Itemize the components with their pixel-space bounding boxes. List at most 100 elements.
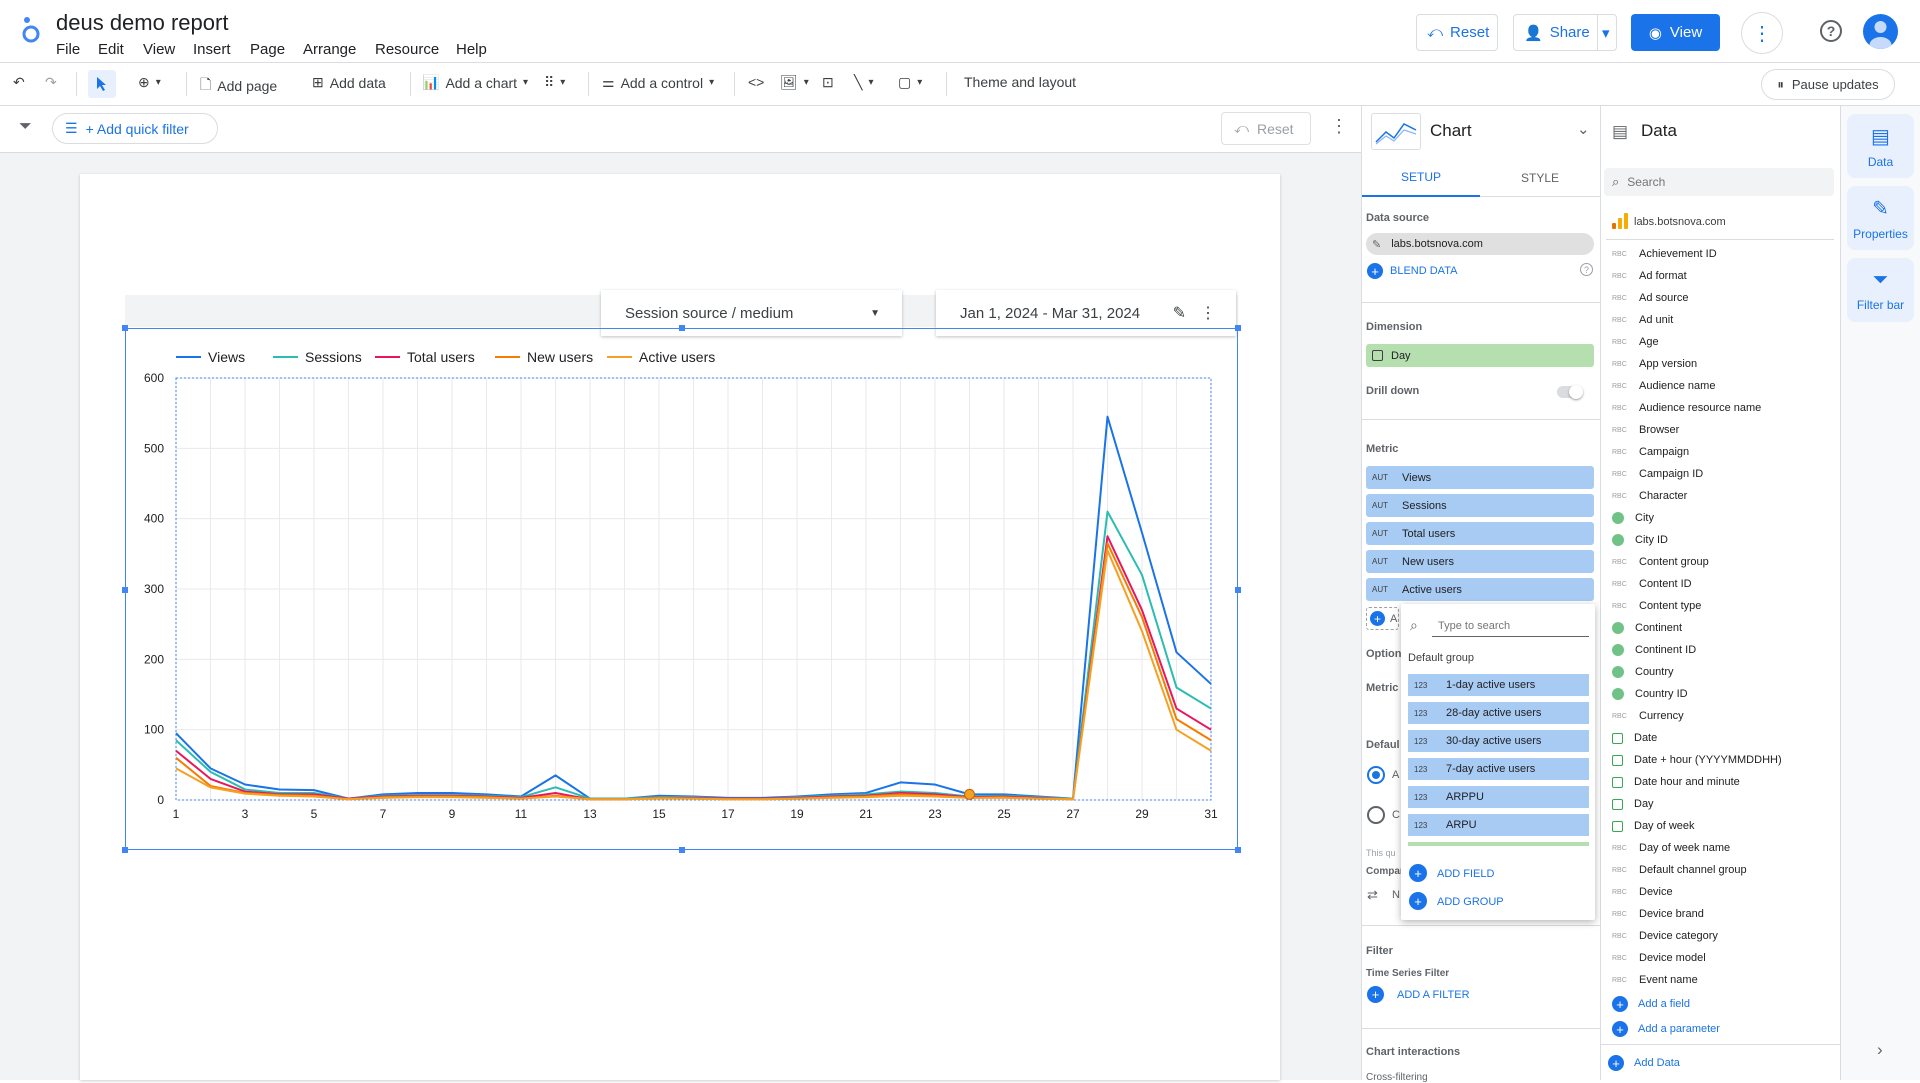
data-search-input[interactable] xyxy=(1627,175,1808,189)
data-field-item[interactable]: RBC Content ID xyxy=(1612,575,1692,593)
data-field-item[interactable]: RBC App version xyxy=(1612,355,1697,373)
resize-handle[interactable] xyxy=(1235,847,1241,853)
metric-sessions[interactable]: AUT Sessions xyxy=(1366,494,1594,517)
add-field-link[interactable]: Add a field xyxy=(1638,998,1690,1010)
data-field-item[interactable]: RBC Character xyxy=(1612,487,1687,505)
metric-views[interactable]: AUT Views xyxy=(1366,466,1594,489)
resize-handle[interactable] xyxy=(1235,587,1241,593)
add-circle-icon[interactable]: + xyxy=(1409,892,1427,910)
data-field-item[interactable]: RBC Audience resource name xyxy=(1612,399,1761,417)
metric-search-input[interactable] xyxy=(1432,615,1589,637)
menu-page[interactable]: Page xyxy=(250,41,285,58)
filter-icon[interactable]: ⏷ xyxy=(19,118,32,136)
data-field-item[interactable]: RBC Content group xyxy=(1612,553,1709,571)
data-field-item[interactable]: RBC Achievement ID xyxy=(1612,245,1717,263)
tab-setup[interactable]: SETUP xyxy=(1362,159,1480,197)
embed-code-icon[interactable]: <> xyxy=(748,74,764,90)
radio-auto[interactable] xyxy=(1367,766,1385,784)
rail-properties-button[interactable]: ✎ Properties xyxy=(1847,186,1914,250)
data-field-item[interactable]: Date hour and minute xyxy=(1612,773,1740,791)
data-field-item[interactable]: RBC Ad unit xyxy=(1612,311,1673,329)
edit-icon[interactable]: ✎ xyxy=(1372,238,1381,251)
add-circle-icon[interactable]: + xyxy=(1367,986,1384,1003)
data-field-item[interactable]: RBC Audience name xyxy=(1612,377,1715,395)
theme-layout-button[interactable]: Theme and layout xyxy=(964,74,1076,90)
data-field-item[interactable]: RBC Day of week name xyxy=(1612,839,1730,857)
chart-type-thumbnail[interactable] xyxy=(1371,113,1421,150)
avatar[interactable] xyxy=(1863,14,1898,49)
reset-button[interactable]: ⤺ Reset xyxy=(1416,14,1498,51)
rail-filter-bar-button[interactable]: ⏷ Filter bar xyxy=(1847,258,1914,322)
add-field-link[interactable]: ADD FIELD xyxy=(1437,868,1494,880)
menu-resource[interactable]: Resource xyxy=(375,41,439,58)
metric-option-7-day-active-users[interactable]: 123 7-day active users xyxy=(1408,758,1589,780)
more-vert-icon[interactable]: ⋮ xyxy=(1330,116,1348,137)
resize-handle[interactable] xyxy=(1235,325,1241,331)
add-control-button[interactable]: ⚌ Add a control ▾ xyxy=(602,74,714,91)
metric-option-1-day-active-users[interactable]: 123 1-day active users xyxy=(1408,674,1589,696)
share-dropdown-button[interactable]: ▾ xyxy=(1597,14,1617,51)
resize-handle[interactable] xyxy=(122,587,128,593)
add-chart-button[interactable]: 📊 Add a chart ▾ xyxy=(422,74,528,91)
add-circle-icon[interactable]: + xyxy=(1612,996,1628,1012)
add-filter-link[interactable]: ADD A FILTER xyxy=(1397,989,1470,1001)
data-field-item[interactable]: RBC Device xyxy=(1612,883,1673,901)
add-circle-icon[interactable]: + xyxy=(1608,1055,1624,1071)
resize-handle[interactable] xyxy=(679,325,685,331)
data-field-item[interactable]: RBC Device category xyxy=(1612,927,1718,945)
report-title[interactable]: deus demo report xyxy=(56,10,228,36)
more-options-button[interactable]: ⋮ xyxy=(1741,12,1783,54)
menu-file[interactable]: File xyxy=(56,41,80,58)
add-group-link[interactable]: ADD GROUP xyxy=(1437,896,1504,908)
edit-icon[interactable]: ✎ xyxy=(1173,303,1186,323)
select-tool-button[interactable] xyxy=(88,70,116,98)
data-field-item[interactable]: Continent ID xyxy=(1612,641,1696,659)
metric-option-28-day-active-users[interactable]: 123 28-day active users xyxy=(1408,702,1589,724)
resize-handle[interactable] xyxy=(122,325,128,331)
undo-icon[interactable]: ↶ xyxy=(13,74,25,91)
data-field-item[interactable]: RBC Event name xyxy=(1612,971,1698,989)
chevron-down-icon[interactable]: ⌄ xyxy=(1577,120,1590,138)
metric-total-users[interactable]: AUT Total users xyxy=(1366,522,1594,545)
data-field-item[interactable]: RBC Campaign ID xyxy=(1612,465,1703,483)
resize-handle[interactable] xyxy=(679,847,685,853)
blend-data-link[interactable]: BLEND DATA xyxy=(1390,265,1457,277)
menu-insert[interactable]: Insert xyxy=(193,41,231,58)
tab-style[interactable]: STYLE xyxy=(1480,159,1600,197)
community-viz-button[interactable]: ⠿ ▾ xyxy=(544,74,565,91)
add-circle-icon[interactable]: + xyxy=(1612,1021,1628,1037)
data-field-item[interactable]: City xyxy=(1612,509,1654,527)
metric-active-users[interactable]: AUT Active users xyxy=(1366,578,1594,601)
add-parameter-link[interactable]: Add a parameter xyxy=(1638,1023,1720,1035)
metric-new-users[interactable]: AUT New users xyxy=(1366,550,1594,573)
radio-custom[interactable] xyxy=(1367,806,1385,824)
pause-updates-button[interactable]: ⏸ Pause updates xyxy=(1761,69,1895,100)
drill-down-toggle[interactable] xyxy=(1557,385,1583,399)
line-icon[interactable]: ╲ ▾ xyxy=(854,74,873,91)
data-field-item[interactable]: RBC Default channel group xyxy=(1612,861,1747,879)
text-box-icon[interactable]: ⊡ xyxy=(822,74,834,91)
dimension-pill[interactable]: Day xyxy=(1366,344,1594,367)
metric-option-arppu[interactable]: 123 ARPPU xyxy=(1408,786,1589,808)
menu-view[interactable]: View xyxy=(143,41,175,58)
image-icon[interactable]: 🖼 ▾ xyxy=(780,74,809,91)
add-page-button[interactable]: 🗋 Add page xyxy=(200,74,277,98)
data-field-item[interactable]: Country xyxy=(1612,663,1674,681)
looker-studio-logo[interactable] xyxy=(18,14,44,44)
chevron-right-icon[interactable]: › xyxy=(1877,1040,1883,1060)
data-field-item[interactable]: RBC Device brand xyxy=(1612,905,1704,923)
data-field-item[interactable]: RBC Ad format xyxy=(1612,267,1687,285)
add-data-link[interactable]: Add Data xyxy=(1634,1057,1680,1069)
data-field-item[interactable]: RBC Currency xyxy=(1612,707,1684,725)
metric-option-30-day-active-users[interactable]: 123 30-day active users xyxy=(1408,730,1589,752)
data-field-item[interactable]: RBC Device model xyxy=(1612,949,1706,967)
data-field-item[interactable]: Date + hour (YYYYMMDDHH) xyxy=(1612,751,1782,769)
data-field-item[interactable]: Day xyxy=(1612,795,1654,813)
add-circle-icon[interactable]: + xyxy=(1367,263,1383,279)
menu-arrange[interactable]: Arrange xyxy=(303,41,356,58)
more-vert-icon[interactable]: ⋮ xyxy=(1200,303,1216,323)
add-circle-icon[interactable]: + xyxy=(1409,864,1427,882)
shape-icon[interactable]: ▢ ▾ xyxy=(898,74,922,91)
data-search-box[interactable]: ⌕ xyxy=(1604,168,1834,196)
add-data-button[interactable]: ⊞ Add data xyxy=(312,74,386,91)
